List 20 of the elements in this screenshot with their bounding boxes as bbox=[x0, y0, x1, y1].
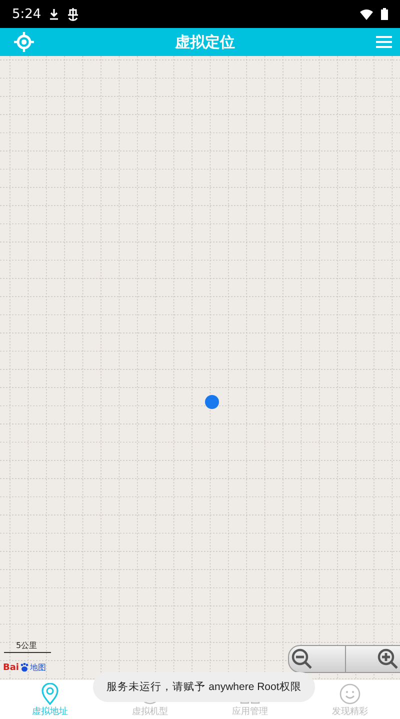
service-toast: 服务未运行，请赋予 anywhere Root权限 bbox=[93, 672, 315, 702]
nav-label: 虚拟机型 bbox=[132, 706, 168, 718]
download-icon bbox=[49, 8, 60, 20]
location-pin-icon bbox=[41, 683, 59, 705]
paw-icon bbox=[20, 663, 30, 672]
status-time: 5:24 bbox=[12, 6, 42, 22]
app-title: 虚拟定位 bbox=[175, 32, 235, 52]
logo-text: 地图 bbox=[30, 662, 46, 673]
battery-icon bbox=[381, 8, 388, 20]
nav-label: 发现精彩 bbox=[332, 706, 368, 718]
bug-icon bbox=[67, 8, 80, 20]
nav-label: 应用管理 bbox=[232, 706, 268, 718]
nav-label: 虚拟地址 bbox=[32, 706, 68, 718]
logo-text: Bai bbox=[3, 662, 20, 672]
zoom-in-button[interactable] bbox=[345, 646, 400, 672]
wifi-icon bbox=[360, 8, 373, 20]
zoom-in-icon bbox=[377, 648, 399, 670]
smiley-icon bbox=[339, 683, 361, 705]
map-scale: 5公里 bbox=[4, 640, 52, 653]
zoom-out-icon bbox=[291, 648, 313, 670]
